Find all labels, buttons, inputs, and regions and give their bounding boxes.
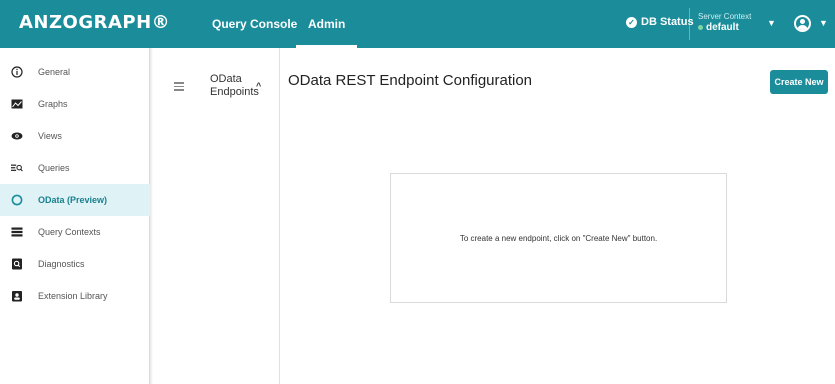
empty-state-message: To create a new endpoint, click on "Crea… [459,233,658,243]
sidebar-item-query-contexts[interactable]: Query Contexts [0,216,150,248]
odata-endpoints-heading[interactable]: OData Endpoints [210,73,259,99]
sidebar-item-views[interactable]: Views [0,120,150,152]
odata-circle-icon [11,194,23,206]
sidebar-item-label: Views [38,131,62,141]
server-context-label: Server Context [698,12,752,21]
sidebar-item-odata[interactable]: OData (Preview) [0,184,150,216]
chevron-down-icon[interactable]: ▼ [767,18,776,28]
tab-query-console[interactable]: Query Console [212,0,297,48]
sidebar-item-label: Diagnostics [38,259,85,269]
sidebar-item-label: Graphs [38,99,68,109]
library-icon [11,290,23,302]
odata-heading-line1: OData [210,73,242,85]
sidebar-item-label: OData (Preview) [38,195,108,205]
sidebar-item-queries[interactable]: Queries [0,152,150,184]
db-status-button[interactable]: ✓ DB Status [626,16,694,28]
queries-search-icon [11,162,23,174]
info-circle-icon [11,66,23,78]
menu-icon[interactable] [174,82,184,91]
odata-subnav: OData Endpoints ^ [153,48,280,384]
top-navbar: ANZOGRAPH® Query Console Admin ✓ DB Stat… [0,0,835,48]
image-graph-icon [11,98,23,110]
page-title: OData REST Endpoint Configuration [288,72,533,89]
db-status-label: DB Status [641,16,694,28]
anzograph-logo[interactable]: ANZOGRAPH® [19,12,170,33]
tab-admin[interactable]: Admin [295,0,358,48]
sidebar-item-label: Extension Library [38,291,108,301]
status-dot-icon [698,25,703,30]
server-context-value: default [706,22,739,33]
empty-state-panel: To create a new endpoint, click on "Crea… [390,173,727,303]
check-circle-icon: ✓ [626,16,637,28]
sidebar-item-graphs[interactable]: Graphs [0,88,150,120]
list-icon [11,226,23,238]
sidebar-item-label: Queries [38,163,70,173]
user-menu-chevron-down-icon[interactable]: ▼ [819,18,828,28]
sidebar-item-extension-library[interactable]: Extension Library [0,280,150,312]
header-divider [689,8,690,40]
server-context-value-wrap: default [698,22,751,33]
odata-heading-line2: Endpoints [210,86,259,98]
user-account-icon[interactable] [794,15,811,32]
sidebar-item-general[interactable]: General [0,56,150,88]
diagnostics-icon [11,258,23,270]
create-new-button[interactable]: Create New [770,70,828,94]
sidebar-item-diagnostics[interactable]: Diagnostics [0,248,150,280]
chevron-up-icon[interactable]: ^ [256,81,261,91]
server-context-selector[interactable]: Server Context default [698,12,751,33]
sidebar-item-label: Query Contexts [38,227,101,237]
admin-sidebar: General Graphs Views Queries OData (Prev… [0,48,150,384]
sidebar-item-label: General [38,67,71,77]
eye-icon [11,130,23,142]
